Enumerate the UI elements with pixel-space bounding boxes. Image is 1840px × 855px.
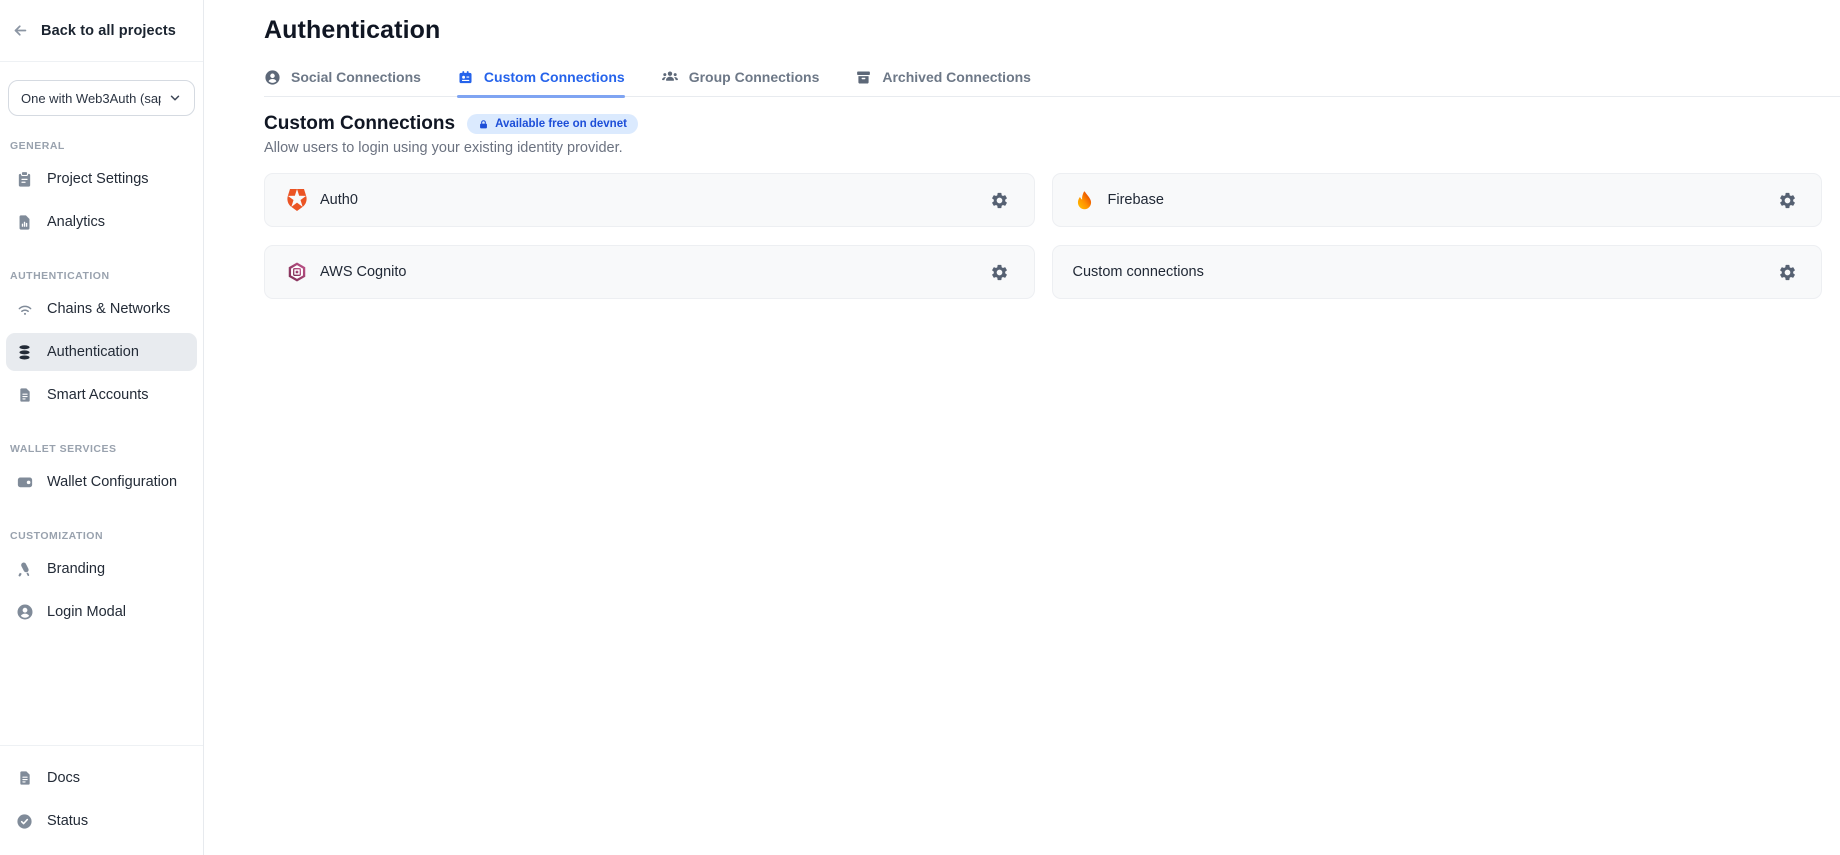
wallet-icon <box>15 473 34 492</box>
auth0-settings-button[interactable] <box>986 186 1014 214</box>
arrow-left-icon <box>12 22 29 39</box>
chevron-down-icon <box>168 91 182 105</box>
sidebar-item-project-settings[interactable]: Project Settings <box>6 160 197 198</box>
sidebar-item-label: Analytics <box>47 214 105 230</box>
users-group-icon <box>661 68 679 86</box>
tab-social-connections[interactable]: Social Connections <box>264 68 421 96</box>
check-circle-icon <box>15 812 34 831</box>
gear-icon <box>1778 263 1797 282</box>
gear-icon <box>1778 191 1797 210</box>
sidebar-item-label: Docs <box>47 770 80 786</box>
tab-panel-custom-connections: Custom Connections Available free on dev… <box>264 113 1840 299</box>
aws-cognito-settings-button[interactable] <box>986 258 1014 286</box>
wifi-icon <box>15 300 34 319</box>
aws-cognito-logo <box>285 261 308 284</box>
database-icon <box>15 343 34 362</box>
doc-icon <box>15 769 34 788</box>
connection-card-aws-cognito[interactable]: AWS Cognito <box>264 245 1035 299</box>
tab-label: Archived Connections <box>882 69 1031 85</box>
lock-icon <box>478 119 489 130</box>
firebase-settings-button[interactable] <box>1773 186 1801 214</box>
tab-label: Group Connections <box>689 69 820 85</box>
devnet-badge-label: Available free on devnet <box>495 118 627 130</box>
sidebar-item-authentication[interactable]: Authentication <box>6 333 197 371</box>
sidebar-item-label: Branding <box>47 561 105 577</box>
sidebar-item-label: Project Settings <box>47 171 149 187</box>
project-selector-dropdown[interactable]: One with Web3Auth (sap <box>8 80 195 116</box>
tab-label: Custom Connections <box>484 69 625 85</box>
app-window: Back to all projects One with Web3Auth (… <box>0 0 1840 855</box>
connection-name: Firebase <box>1108 192 1164 208</box>
connections-grid: Auth0 Firebase <box>264 173 1822 299</box>
connection-card-custom[interactable]: Custom connections <box>1052 245 1823 299</box>
sidebar-section-authentication: AUTHENTICATION <box>10 270 193 282</box>
gear-icon <box>990 191 1009 210</box>
tab-custom-connections[interactable]: Custom Connections <box>457 68 625 96</box>
analytics-icon <box>15 213 34 232</box>
project-selector-value: One with Web3Auth (sap <box>21 91 161 106</box>
sidebar-item-status[interactable]: Status <box>6 802 197 840</box>
sidebar-section-general: GENERAL <box>10 140 193 152</box>
sidebar-footer: Docs Status <box>0 745 203 855</box>
tab-bar: Social Connections Custom Connections Gr… <box>264 68 1840 97</box>
connection-card-auth0[interactable]: Auth0 <box>264 173 1035 227</box>
sidebar-section-customization: CUSTOMIZATION <box>10 530 193 542</box>
page-title: Authentication <box>264 16 1840 45</box>
firebase-logo <box>1073 189 1096 212</box>
custom-connections-settings-button[interactable] <box>1773 258 1801 286</box>
id-badge-icon <box>457 69 474 86</box>
back-to-projects-label: Back to all projects <box>41 23 176 39</box>
gear-icon <box>990 263 1009 282</box>
sidebar-item-smart-accounts[interactable]: Smart Accounts <box>6 376 197 414</box>
brush-icon <box>15 560 34 579</box>
sidebar-item-analytics[interactable]: Analytics <box>6 203 197 241</box>
sidebar-item-wallet-configuration[interactable]: Wallet Configuration <box>6 463 197 501</box>
auth0-logo <box>285 189 308 212</box>
section-description: Allow users to login using your existing… <box>264 140 1822 156</box>
user-circle-icon <box>15 603 34 622</box>
sidebar-section-wallet-services: WALLET SERVICES <box>10 443 193 455</box>
back-to-projects-button[interactable]: Back to all projects <box>0 0 203 62</box>
connection-name: Custom connections <box>1073 264 1204 280</box>
archive-box-icon <box>855 69 872 86</box>
sidebar-item-docs[interactable]: Docs <box>6 759 197 797</box>
main-content: Authentication Social Connections Custom… <box>204 0 1840 855</box>
sidebar-item-label: Authentication <box>47 344 139 360</box>
devnet-badge: Available free on devnet <box>467 114 638 134</box>
user-circle-icon <box>264 69 281 86</box>
sidebar-item-label: Login Modal <box>47 604 126 620</box>
section-heading: Custom Connections <box>264 113 455 135</box>
tab-group-connections[interactable]: Group Connections <box>661 68 820 96</box>
file-icon <box>15 386 34 405</box>
connection-name: AWS Cognito <box>320 264 407 280</box>
tab-archived-connections[interactable]: Archived Connections <box>855 68 1031 96</box>
tab-label: Social Connections <box>291 69 421 85</box>
sidebar-item-label: Status <box>47 813 88 829</box>
sidebar-item-label: Smart Accounts <box>47 387 149 403</box>
sidebar-item-login-modal[interactable]: Login Modal <box>6 593 197 631</box>
sidebar: Back to all projects One with Web3Auth (… <box>0 0 204 855</box>
sidebar-item-branding[interactable]: Branding <box>6 550 197 588</box>
connection-name: Auth0 <box>320 192 358 208</box>
sidebar-item-chains-networks[interactable]: Chains & Networks <box>6 290 197 328</box>
connection-card-firebase[interactable]: Firebase <box>1052 173 1823 227</box>
sidebar-item-label: Wallet Configuration <box>47 474 177 490</box>
sidebar-item-label: Chains & Networks <box>47 301 170 317</box>
clipboard-icon <box>15 170 34 189</box>
